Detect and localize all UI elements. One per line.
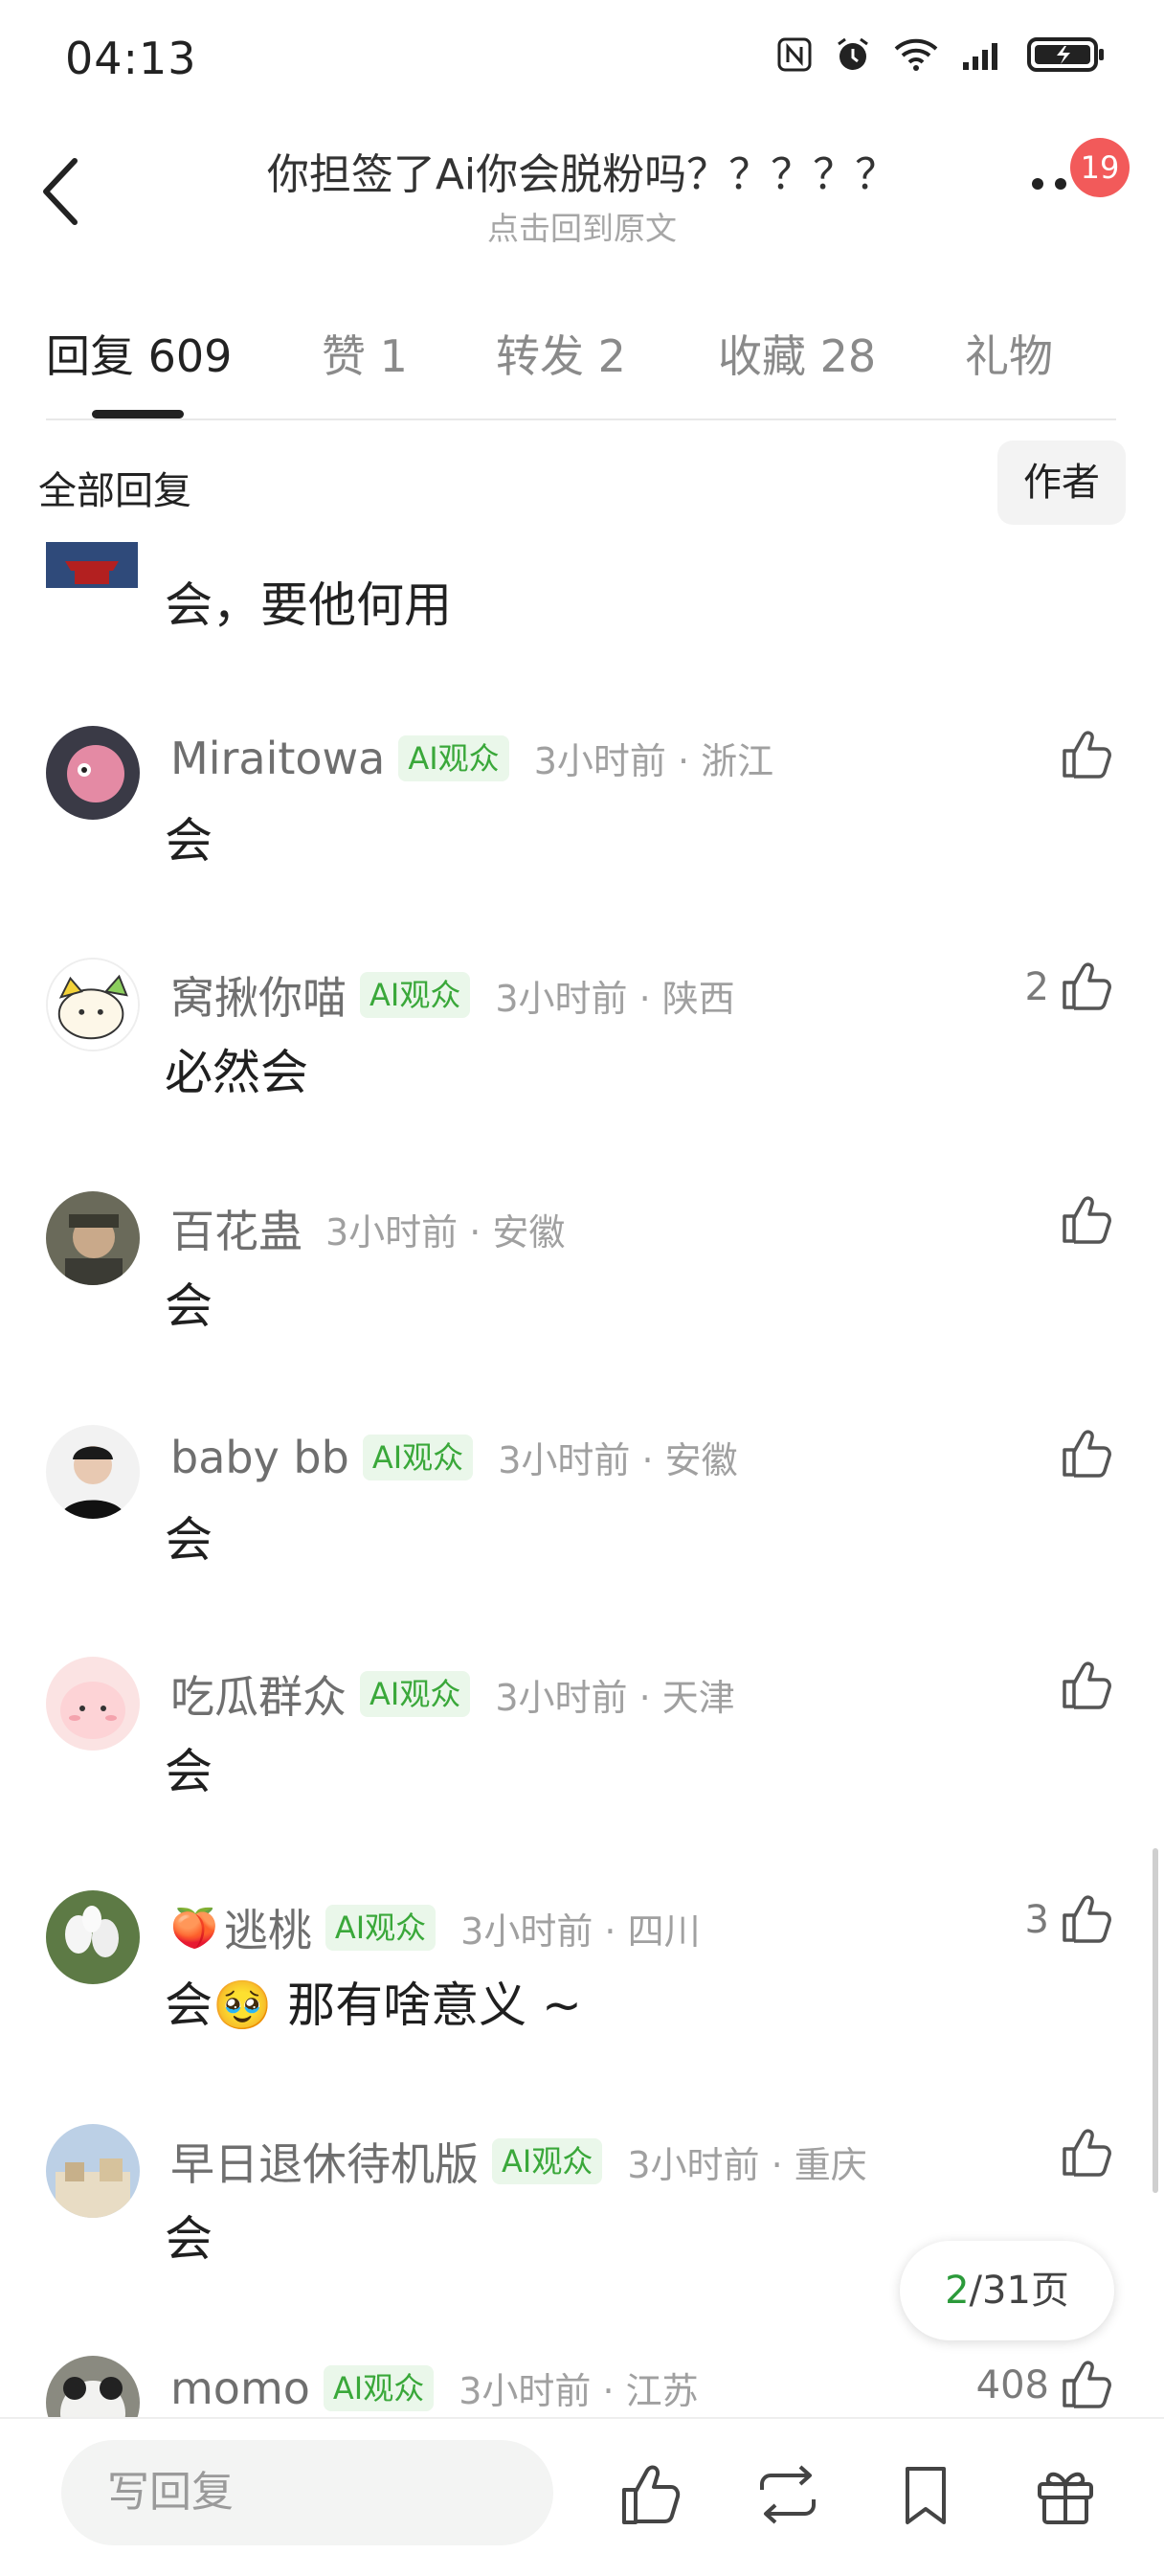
page-title[interactable]: 你担签了Ai你会脱粉吗？？？？？ [0,140,1164,201]
total-pages: /31页 [969,2269,1069,2313]
reply-input[interactable]: 写回复 [61,2440,553,2545]
comment-time-location: 3小时前 · 重庆 [627,2143,867,2186]
thumbs-up-icon[interactable] [1059,1425,1114,1480]
avatar[interactable] [46,2356,140,2417]
comment-item: 百花蛊 3小时前 · 安徽 会 [0,1191,1164,1383]
page-indicator[interactable]: 2/31页 [900,2241,1114,2340]
comment-username[interactable]: 早日退休待机版 [170,2130,479,2193]
thumbs-up-icon[interactable] [618,2461,685,2528]
avatar[interactable] [46,542,138,588]
ai-audience-tag: AI观众 [325,1905,436,1951]
avatar[interactable] [46,1890,140,1984]
tab-reposts[interactable]: 转发 2 [496,322,626,385]
notification-badge: 19 [1070,138,1130,197]
comment-username[interactable]: 逃桃 [224,1896,312,1959]
ai-audience-tag: AI观众 [362,1434,474,1480]
avatar[interactable] [46,1657,140,1751]
author-filter-button[interactable]: 作者 [997,441,1126,525]
ai-audience-tag: AI观众 [360,972,471,1018]
avatar[interactable] [46,726,140,820]
current-page: 2 [945,2269,970,2313]
alarm-icon [838,37,868,70]
tab-gifts[interactable]: 礼物 [965,322,1053,385]
comment-text: 会，要他何用 [165,577,452,633]
comment-text: 会🥹 那有啥意义 ~ [165,1977,582,2033]
more-options-icon[interactable] [1028,174,1076,193]
peach-icon: 🍑 [170,1906,218,1951]
comment-item: 吃瓜群众 AI观众 3小时前 · 天津 会 [0,1657,1164,1848]
thumbs-up-icon[interactable] [1059,958,1114,1013]
tab-bar: 回复 609 赞 1 转发 2 收藏 28 礼物 [0,322,1164,389]
active-tab-indicator [92,410,184,418]
nfc-icon [777,37,812,72]
gift-icon[interactable] [1032,2461,1099,2528]
ai-audience-tag: AI观众 [492,2138,603,2184]
comment-username[interactable]: Miraitowa [170,733,385,784]
avatar[interactable] [46,958,140,1051]
comment-username[interactable]: 吃瓜群众 [170,1662,347,1726]
comment-text: 会 [165,1744,213,1799]
comment-username[interactable]: momo [170,2362,310,2414]
thumbs-up-icon[interactable] [1059,1191,1114,1247]
comment-time-location: 3小时前 · 安徽 [325,1210,566,1254]
tabs-divider [46,418,1116,420]
comment-text: 会 [165,813,213,869]
battery-icon [1027,37,1104,72]
thumbs-up-icon[interactable] [1059,1657,1114,1712]
thumbs-up-icon[interactable] [1059,2356,1114,2411]
back-to-post-link[interactable]: 点击回到原文 [0,203,1164,249]
comment-time-location: 3小时前 · 四川 [460,1909,701,1953]
ai-audience-tag: AI观众 [323,2364,435,2411]
comment-item: baby bb AI观众 3小时前 · 安徽 会 [0,1425,1164,1616]
scrollbar[interactable] [1153,1848,1158,2193]
tab-favorites[interactable]: 收藏 28 [718,322,876,385]
status-icons [775,34,1107,75]
comment-item: momo AI观众 3小时前 · 江苏 408 [0,2356,1164,2417]
like-count: 3 [1024,1898,1049,1942]
wifi-icon [894,38,938,71]
bookmark-icon[interactable] [892,2461,959,2528]
status-time: 04:13 [65,33,197,84]
comment-text: 必然会 [165,1045,308,1100]
comment-time-location: 3小时前 · 浙江 [533,740,774,782]
comment-item: Miraitowa AI观众 3小时前 · 浙江 会 [0,726,1164,917]
comment-username[interactable]: 窝揪你喵 [170,963,347,1027]
like-count: 408 [975,2363,1049,2407]
thumbs-up-icon[interactable] [1059,1890,1114,1946]
comment-username[interactable]: 百花蛊 [170,1197,302,1260]
comment-text: 会 [165,1278,213,1334]
repost-icon[interactable] [754,2461,821,2528]
comment-time-location: 3小时前 · 天津 [495,1676,735,1719]
thumbs-up-icon[interactable] [1059,726,1114,781]
comment-item: 窝揪你喵 AI观众 3小时前 · 陕西 必然会 2 [0,958,1164,1149]
filter-all-replies[interactable]: 全部回复 [38,460,191,515]
comment-item: 🍑 逃桃 AI观众 3小时前 · 四川 会🥹 那有啥意义 ~ 3 [0,1890,1164,2082]
avatar[interactable] [46,1191,140,1285]
comment-username[interactable]: baby bb [170,1432,349,1483]
like-count: 2 [1024,965,1049,1009]
avatar[interactable] [46,1425,140,1519]
ai-audience-tag: AI观众 [398,734,509,781]
thumbs-up-icon[interactable] [1059,2124,1114,2180]
tab-likes[interactable]: 赞 1 [322,322,408,385]
comment-time-location: 3小时前 · 江苏 [459,2370,699,2412]
avatar[interactable] [46,2124,140,2218]
ai-audience-tag: AI观众 [360,1671,471,1717]
signal-icon [963,43,997,70]
tab-replies[interactable]: 回复 609 [46,322,232,385]
comment-text: 会 [165,2211,213,2267]
comment-text: 会 [165,1512,213,1568]
comment-time-location: 3小时前 · 陕西 [495,977,735,1020]
comment-time-location: 3小时前 · 安徽 [498,1439,738,1481]
